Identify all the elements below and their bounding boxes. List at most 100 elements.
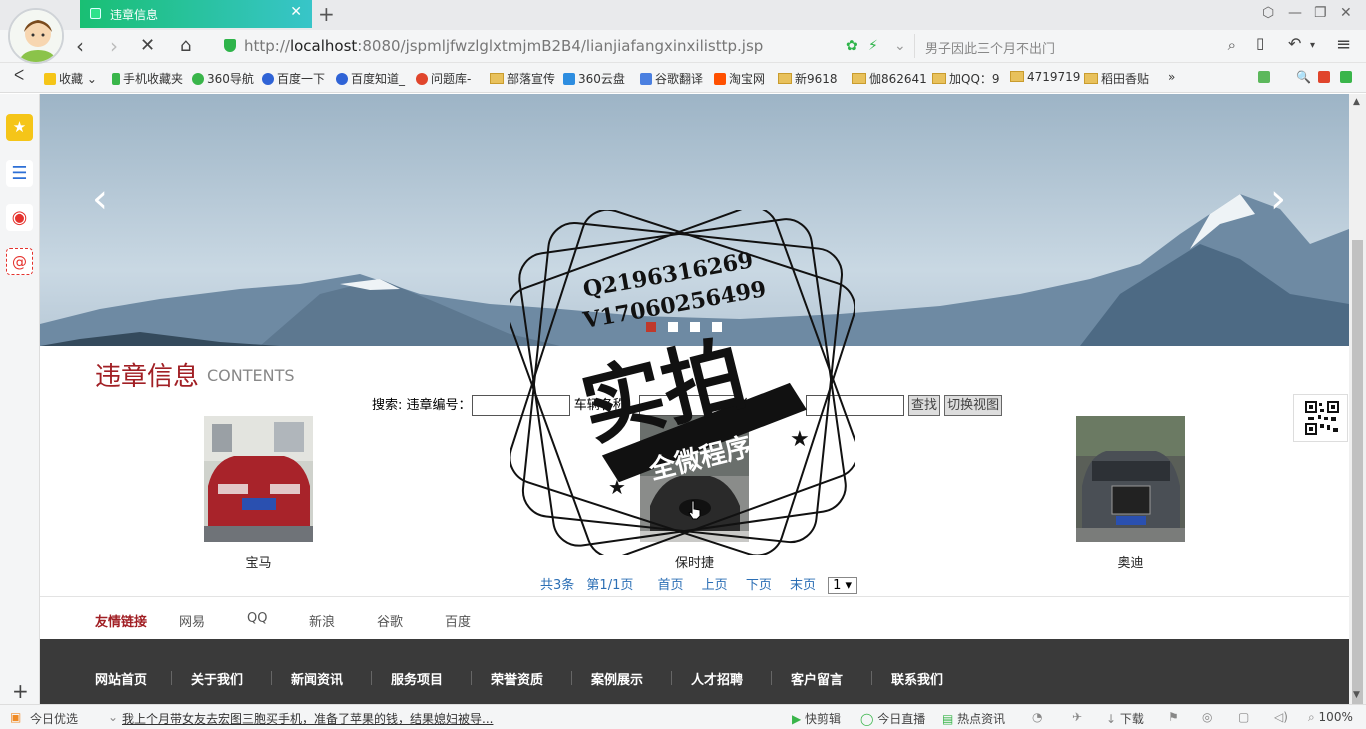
favorites-star-icon[interactable]: ★ bbox=[6, 114, 33, 141]
dropdown-icon[interactable]: ⌄ bbox=[894, 38, 906, 54]
undo-icon[interactable]: ↶ bbox=[1288, 34, 1301, 53]
car-photo-audi[interactable] bbox=[1076, 416, 1185, 542]
window-icon[interactable]: ▢ bbox=[1238, 710, 1249, 724]
footer-link-jobs[interactable]: 人才招聘 bbox=[691, 669, 743, 688]
bookmark-360pan[interactable]: 360云盘 bbox=[563, 70, 625, 87]
bookmark-zhidao[interactable]: 百度知道_ bbox=[336, 70, 405, 87]
status-hot-news[interactable]: ▤ 热点资讯 bbox=[942, 710, 1005, 727]
bookmark-folder-4[interactable]: 稻田香贴 bbox=[1084, 70, 1149, 87]
reader-icon[interactable] bbox=[1340, 70, 1355, 84]
tab-close-icon[interactable]: ✕ bbox=[290, 4, 302, 20]
bookmark-translate[interactable]: 谷歌翻译 bbox=[640, 70, 703, 87]
slider-dot-3[interactable] bbox=[690, 322, 700, 332]
bookmark-favorites[interactable]: 收藏 ⌄ bbox=[44, 70, 97, 87]
footer-link-honors[interactable]: 荣誉资质 bbox=[491, 669, 543, 688]
footer-link-news[interactable]: 新闻资讯 bbox=[291, 669, 343, 688]
car-name-bmw[interactable]: 宝马 bbox=[204, 552, 313, 571]
phone-icon[interactable]: ▯ bbox=[1256, 34, 1264, 52]
scroll-up-icon[interactable]: ▲ bbox=[1353, 97, 1360, 107]
car-color-input[interactable] bbox=[805, 395, 904, 416]
new-tab-icon[interactable]: + bbox=[318, 2, 335, 26]
friend-link-wangyi[interactable]: 网易 bbox=[179, 611, 205, 630]
pager-last-link[interactable]: 末页 bbox=[790, 578, 816, 593]
friend-link-sina[interactable]: 新浪 bbox=[309, 611, 335, 630]
status-kuaijianji[interactable]: ▶ 快剪辑 bbox=[792, 710, 841, 727]
footer-link-services[interactable]: 服务项目 bbox=[391, 669, 443, 688]
car-name-input[interactable] bbox=[638, 395, 737, 416]
slider-dot-1[interactable] bbox=[646, 322, 656, 332]
switch-view-button[interactable]: 切换视图 bbox=[944, 395, 1003, 416]
status-zoom[interactable]: ⌕ 100% bbox=[1308, 710, 1353, 725]
footer-link-cases[interactable]: 案例展示 bbox=[591, 669, 643, 688]
back-icon[interactable]: ‹ bbox=[76, 34, 84, 58]
status-download[interactable]: ↓ 下载 bbox=[1106, 710, 1144, 727]
search-input[interactable]: 男子因此三个月不出门 ⌕ bbox=[914, 34, 1244, 58]
car-card-porsche[interactable]: 保时捷 bbox=[640, 416, 749, 571]
scrollbar-thumb[interactable] bbox=[1352, 240, 1363, 728]
zoom-icon[interactable]: 🔍 bbox=[1296, 70, 1311, 84]
bookmark-folder-3[interactable]: 4719719 bbox=[1010, 70, 1080, 84]
pager-first-link[interactable]: 首页 bbox=[658, 578, 684, 593]
more-bookmarks-icon[interactable]: » bbox=[1168, 70, 1175, 84]
pager-prev-link[interactable]: 上页 bbox=[702, 578, 728, 593]
user-avatar[interactable] bbox=[8, 8, 64, 64]
collapse-sidebar-icon[interactable]: ᐸ bbox=[14, 68, 24, 84]
bookmark-baidu[interactable]: 百度一下 bbox=[262, 70, 325, 87]
bookmark-mobile[interactable]: 手机收藏夹 bbox=[112, 70, 183, 87]
qr-code[interactable] bbox=[1293, 394, 1348, 442]
menu-icon[interactable]: ≡ bbox=[1336, 34, 1351, 55]
bookmark-folder-1[interactable]: 伽862641 bbox=[852, 70, 927, 87]
window-close-icon[interactable]: ✕ bbox=[1340, 5, 1352, 21]
reading-list-icon[interactable]: ☰ bbox=[6, 160, 33, 187]
bookmark-buluo[interactable]: 部落宣传 bbox=[490, 70, 555, 87]
flag-icon[interactable]: ⚑ bbox=[1168, 710, 1179, 724]
undo-dropdown-icon[interactable]: ▾ bbox=[1310, 40, 1315, 51]
apps-icon[interactable] bbox=[1258, 70, 1273, 84]
car-card-audi[interactable]: 奥迪 bbox=[1076, 416, 1185, 571]
add-sidebar-icon[interactable]: + bbox=[12, 679, 29, 703]
browser-icon[interactable]: ◎ bbox=[1202, 710, 1212, 724]
car-name-audi[interactable]: 奥迪 bbox=[1076, 552, 1185, 571]
url-field[interactable]: http://localhost:8080/jspmljfwzlglxtmjmB… bbox=[214, 34, 914, 58]
pager-next-link[interactable]: 下页 bbox=[746, 578, 772, 593]
lightning-icon[interactable]: ⚡ bbox=[868, 38, 878, 54]
footer-link-home[interactable]: 网站首页 bbox=[95, 669, 147, 688]
bookmark-taobao[interactable]: 淘宝网 bbox=[714, 70, 765, 87]
slider-dot-2[interactable] bbox=[668, 322, 678, 332]
mail-icon[interactable]: @ bbox=[6, 248, 33, 275]
car-photo-porsche[interactable] bbox=[640, 416, 749, 542]
stop-loading-icon[interactable]: ✕ bbox=[140, 35, 155, 56]
speedup-icon[interactable]: ✿ bbox=[846, 38, 858, 54]
weibo-icon[interactable]: ◉ bbox=[6, 204, 33, 231]
footer-link-messages[interactable]: 客户留言 bbox=[791, 669, 843, 688]
banner-prev-arrow-icon[interactable]: ‹ bbox=[92, 176, 108, 222]
tab-active[interactable]: 违章信息 ✕ bbox=[80, 0, 312, 28]
footer-link-contact[interactable]: 联系我们 bbox=[891, 669, 943, 688]
car-photo-bmw[interactable] bbox=[204, 416, 313, 542]
find-button[interactable]: 查找 bbox=[908, 395, 941, 416]
scroll-down-icon[interactable]: ▼ bbox=[1353, 690, 1360, 700]
page-select[interactable]: 1 ▾ bbox=[828, 577, 858, 594]
violation-no-input[interactable] bbox=[471, 395, 570, 416]
banner-next-arrow-icon[interactable]: › bbox=[1270, 176, 1286, 222]
status-live[interactable]: ◯ 今日直播 bbox=[860, 710, 925, 727]
home-icon[interactable]: ⌂ bbox=[180, 35, 191, 56]
status-news-link[interactable]: 我上个月带女友去宏图三胞买手机，准备了苹果的钱，结果媳妇被导... bbox=[122, 710, 493, 727]
status-today-picks[interactable]: 今日优选 bbox=[30, 710, 78, 727]
footer-link-about[interactable]: 关于我们 bbox=[191, 669, 243, 688]
bookmark-9618[interactable]: 新9618 bbox=[778, 70, 838, 87]
friend-link-qq[interactable]: QQ bbox=[247, 611, 267, 626]
bookmark-wentiku[interactable]: 问题库- bbox=[416, 70, 471, 87]
minimize-icon[interactable]: — bbox=[1288, 5, 1302, 21]
skin-icon[interactable]: ⬡ bbox=[1262, 5, 1274, 21]
pin-icon[interactable]: ✈ bbox=[1072, 710, 1082, 724]
friend-link-google[interactable]: 谷歌 bbox=[377, 611, 403, 630]
car-card-bmw[interactable]: 宝马 bbox=[204, 416, 313, 571]
forward-icon[interactable]: › bbox=[110, 34, 118, 58]
bookmark-360nav[interactable]: 360导航 bbox=[192, 70, 254, 87]
car-name-porsche[interactable]: 保时捷 bbox=[640, 552, 749, 571]
slider-dot-4[interactable] bbox=[712, 322, 722, 332]
sound-icon[interactable]: ◁) bbox=[1274, 710, 1288, 724]
page-scrollbar[interactable]: ▲ ▼ bbox=[1349, 94, 1366, 728]
restore-icon[interactable]: ❐ bbox=[1314, 5, 1327, 21]
